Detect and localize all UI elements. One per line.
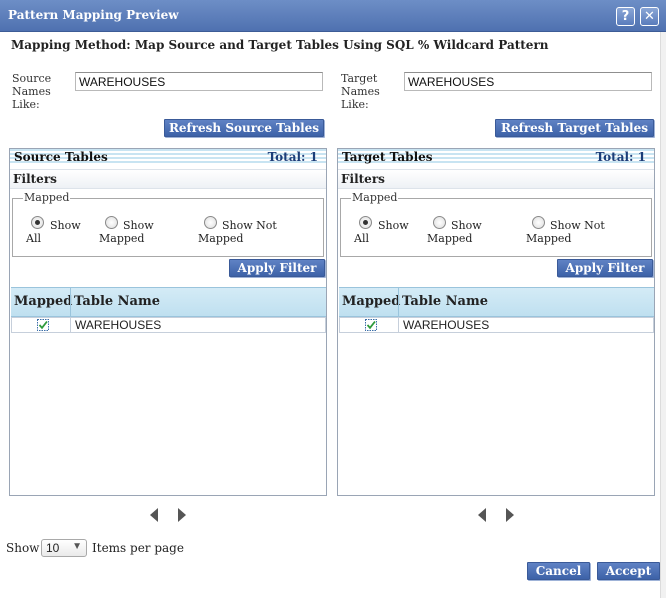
source-mapped-legend: Mapped <box>23 191 71 204</box>
chevron-down-icon: ▼ <box>72 541 82 552</box>
source-radio-show-not-mapped-label[interactable]: Show Not Mapped <box>198 219 277 245</box>
target-mapped-legend: Mapped <box>351 191 399 204</box>
target-total-count: Total: 1 <box>595 150 646 164</box>
source-panel-header: Source Tables Total: 1 <box>10 149 326 164</box>
target-grid-header: Mapped Table Name <box>339 287 654 317</box>
target-col-mapped[interactable]: Mapped <box>342 294 400 309</box>
target-radio-show-all-label[interactable]: Show All <box>354 219 409 245</box>
source-table-row[interactable]: WAREHOUSES <box>11 317 326 333</box>
source-names-like-label: Source Names Like: <box>12 72 52 111</box>
dialog-title: Pattern Mapping Preview <box>8 8 179 22</box>
dialog-scrollbar[interactable] <box>660 32 666 598</box>
target-names-like-label: Target Names Like: <box>341 72 380 111</box>
target-panel-header: Target Tables Total: 1 <box>338 149 654 164</box>
target-col-table-name[interactable]: Table Name <box>402 294 488 309</box>
mapped-check-icon <box>365 319 377 331</box>
source-prev-page-icon[interactable] <box>150 508 158 522</box>
show-label: Show <box>6 541 40 555</box>
items-per-page-label: Items per page <box>92 541 184 555</box>
mapping-method-text: Mapping Method: Map Source and Target Ta… <box>11 38 549 52</box>
source-radio-show-mapped-label[interactable]: Show Mapped <box>99 219 154 245</box>
source-apply-filter-button[interactable]: Apply Filter <box>229 259 325 277</box>
source-row-table-name: WAREHOUSES <box>75 318 162 332</box>
source-panel-title: Source Tables <box>14 150 108 164</box>
cancel-button[interactable]: Cancel <box>527 562 590 580</box>
target-radio-show-not-mapped-label[interactable]: Show Not Mapped <box>526 219 605 245</box>
target-apply-filter-button[interactable]: Apply Filter <box>557 259 653 277</box>
target-panel-title: Target Tables <box>342 150 433 164</box>
accept-button[interactable]: Accept <box>597 562 660 580</box>
target-prev-page-icon[interactable] <box>478 508 486 522</box>
page-size-select[interactable]: 10 ▼ <box>41 539 87 557</box>
source-total-count: Total: 1 <box>267 150 318 164</box>
source-next-page-icon[interactable] <box>178 508 186 522</box>
source-col-mapped[interactable]: Mapped <box>14 294 72 309</box>
target-mapped-filter-group: Mapped Show All Show Mapped Show Not Mapped <box>340 191 652 257</box>
target-row-table-name: WAREHOUSES <box>403 318 490 332</box>
target-tables-panel: Target Tables Total: 1 Filters Mapped Sh… <box>337 148 655 496</box>
target-next-page-icon[interactable] <box>506 508 514 522</box>
source-tables-panel: Source Tables Total: 1 Filters Mapped Sh… <box>9 148 327 496</box>
source-names-input[interactable]: WAREHOUSES <box>75 72 323 91</box>
source-filters-header: Filters <box>10 169 326 189</box>
target-names-input[interactable]: WAREHOUSES <box>404 72 652 91</box>
source-mapped-filter-group: Mapped Show All Show Mapped Show Not Mapped <box>12 191 324 257</box>
target-radio-show-mapped-label[interactable]: Show Mapped <box>427 219 482 245</box>
dialog-title-bar[interactable]: Pattern Mapping Preview ? ✕ <box>0 0 666 32</box>
help-icon[interactable]: ? <box>616 7 635 26</box>
target-table-row[interactable]: WAREHOUSES <box>339 317 654 333</box>
mapped-check-icon <box>37 319 49 331</box>
close-icon[interactable]: ✕ <box>640 7 659 26</box>
source-radio-show-all-label[interactable]: Show All <box>26 219 81 245</box>
target-filters-header: Filters <box>338 169 654 189</box>
source-col-table-name[interactable]: Table Name <box>74 294 160 309</box>
refresh-target-tables-button[interactable]: Refresh Target Tables <box>495 119 654 137</box>
source-grid-header: Mapped Table Name <box>11 287 326 317</box>
refresh-source-tables-button[interactable]: Refresh Source Tables <box>164 119 324 137</box>
